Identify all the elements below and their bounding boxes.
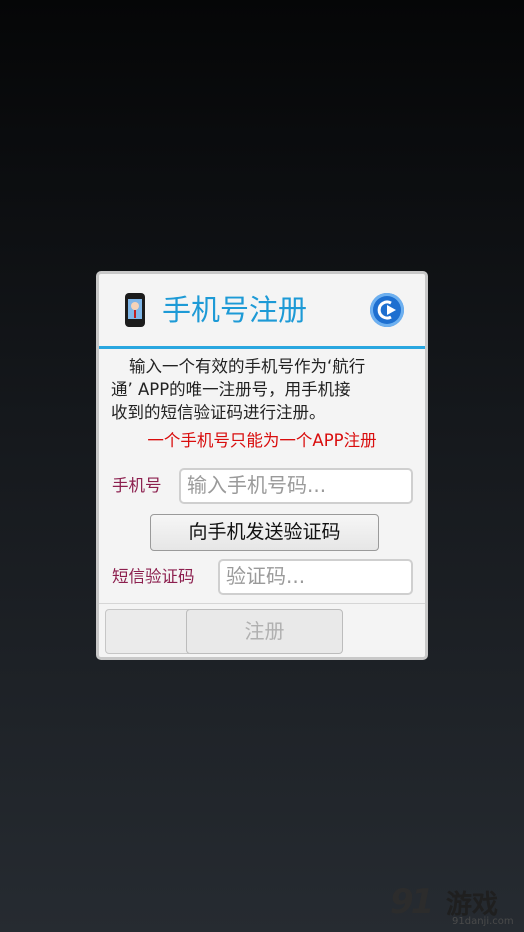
description-line-1: 输入一个有效的手机号作为‘航行	[129, 357, 366, 376]
phone-label: 手机号	[112, 476, 162, 495]
dialog-header: 手机号注册	[99, 274, 425, 349]
watermark-domain: 91danji.com	[452, 916, 514, 927]
footer-left-button[interactable]	[105, 609, 189, 654]
footer-divider	[99, 603, 425, 604]
send-code-button[interactable]: 向手机发送验证码	[150, 514, 379, 551]
description-line-2: 通’ APP的唯一注册号，用手机接	[111, 380, 351, 399]
sms-code-input[interactable]: 验证码...	[218, 559, 413, 595]
description-line-3: 收到的短信验证码进行注册。	[111, 403, 326, 422]
register-dialog: 手机号注册 输入一个有效的手机号作为‘航行 通’ APP的唯一注册号，用手机接 …	[96, 271, 428, 660]
warning-text: 一个手机号只能为一个APP注册	[147, 431, 377, 450]
sms-code-label: 短信验证码	[112, 567, 195, 586]
description-text: 输入一个有效的手机号作为‘航行 通’ APP的唯一注册号，用手机接 收到的短信验…	[111, 355, 411, 424]
watermark-number: 91	[390, 882, 434, 922]
back-arrow-icon[interactable]	[370, 293, 404, 327]
phone-icon	[125, 293, 145, 327]
dialog-title: 手机号注册	[162, 293, 308, 327]
phone-input[interactable]: 输入手机号码...	[179, 468, 413, 504]
register-button[interactable]: 注册	[186, 609, 343, 654]
watermark-logo: 91 游戏 91danji.com	[390, 880, 524, 932]
